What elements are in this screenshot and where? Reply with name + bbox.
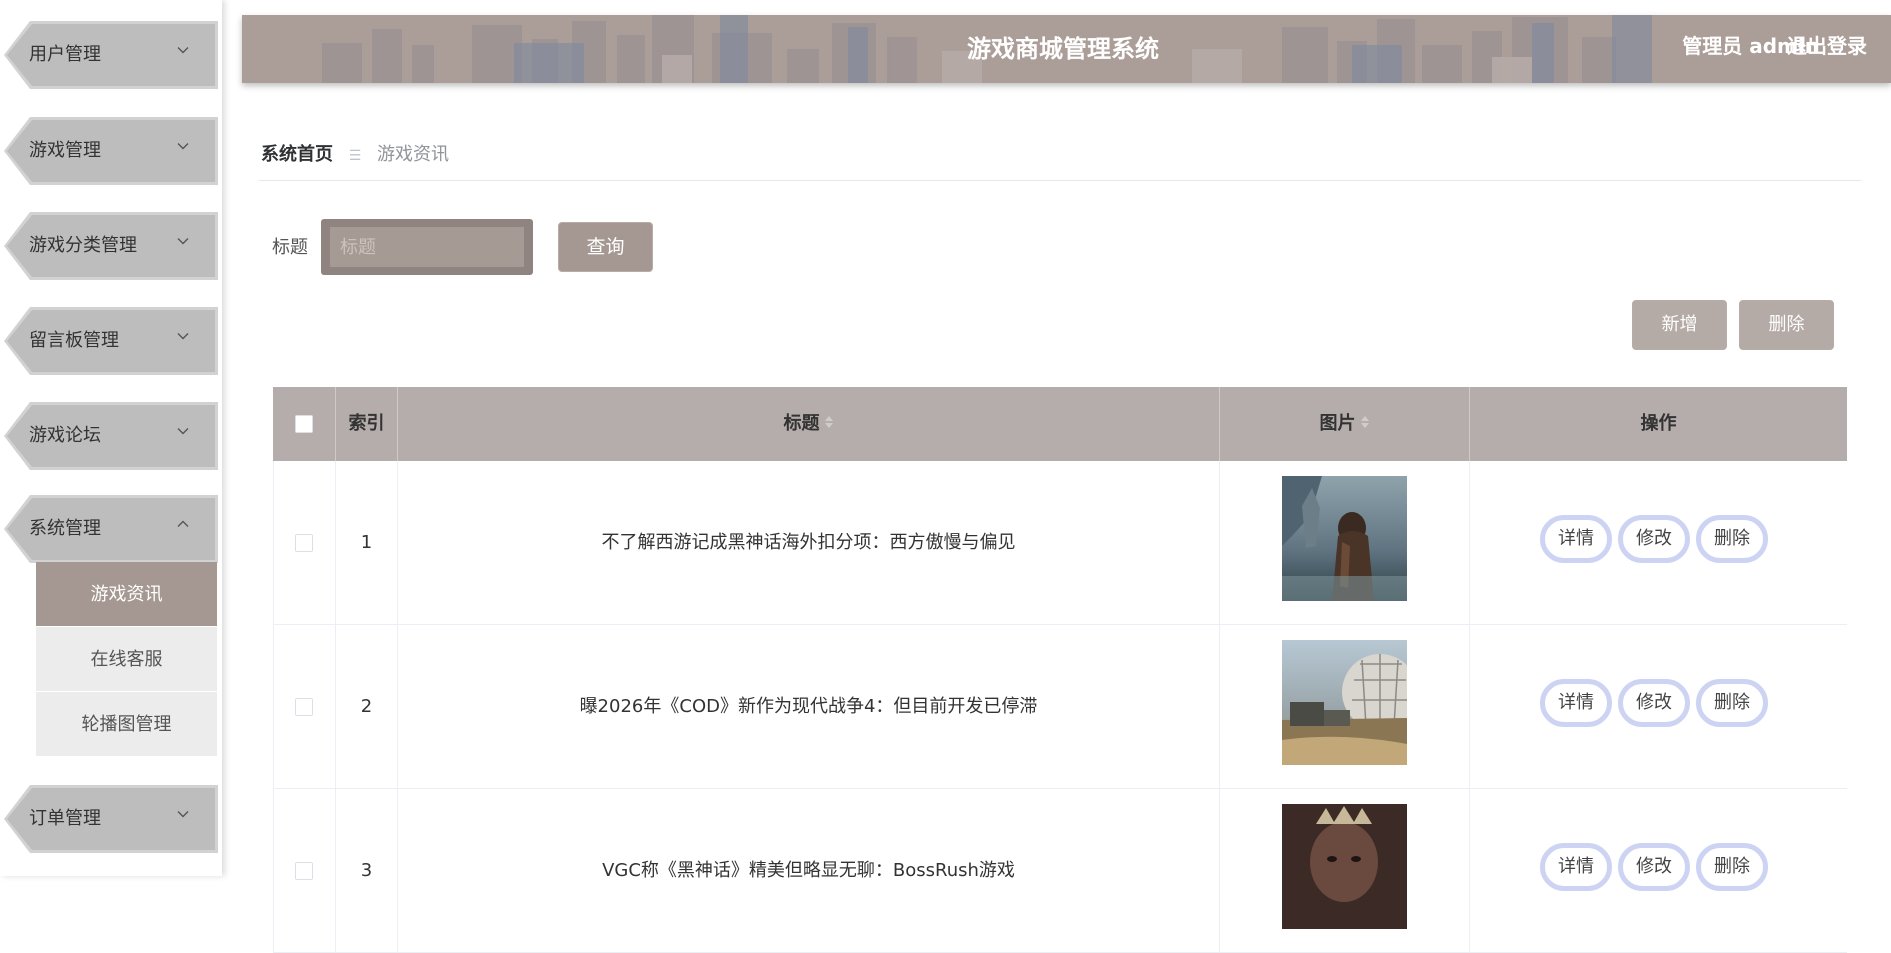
row-checkbox[interactable] [295, 698, 313, 716]
menu-user-management[interactable]: 用户管理 [4, 21, 218, 89]
row-operations: 详情 修改 删除 [1470, 789, 1847, 953]
divider [259, 180, 1861, 181]
select-all-cell [273, 387, 336, 461]
menu-system-management[interactable]: 系统管理 [4, 495, 218, 563]
menu-label: 系统管理 [29, 518, 101, 539]
chevron-down-icon [176, 807, 194, 825]
row-checkbox[interactable] [295, 534, 313, 552]
menu-label: 用户管理 [29, 44, 101, 65]
table-row: 1 不了解西游记成黑神话海外扣分项：西方傲慢与偏见 详情 修改 删除 [273, 461, 1847, 625]
batch-delete-button[interactable]: 删除 [1739, 300, 1834, 350]
chevron-down-icon [176, 424, 194, 442]
breadcrumb-current: 游戏资讯 [377, 144, 450, 165]
select-all-checkbox[interactable] [295, 415, 313, 433]
row-index: 2 [336, 625, 398, 789]
top-header: 游戏商城管理系统 管理员 admin 退出登录 [242, 15, 1891, 83]
chevron-down-icon [176, 234, 194, 252]
menu-label: 留言板管理 [29, 330, 119, 351]
sort-icon[interactable] [824, 414, 834, 430]
chevron-up-icon [176, 517, 194, 535]
column-header-title-label: 标题 [783, 413, 820, 434]
breadcrumb-separator-icon: ☰ [348, 148, 362, 164]
title-search-label: 标题 [272, 237, 308, 258]
row-select-cell [273, 461, 336, 625]
column-header-title[interactable]: 标题 [398, 387, 1220, 461]
chevron-down-icon [176, 139, 194, 157]
system-submenu: 游戏资讯 在线客服 轮播图管理 [36, 562, 217, 757]
menu-label: 游戏分类管理 [29, 235, 137, 256]
chevron-down-icon [176, 329, 194, 347]
row-title: VGC称《黑神话》精美但略显无聊：BossRush游戏 [398, 789, 1220, 953]
row-select-cell [273, 625, 336, 789]
menu-game-category-management[interactable]: 游戏分类管理 [4, 212, 218, 280]
table-row: 2 曝2026年《COD》新作为现代战争4：但目前开发已停滞 详情 修改 删除 [273, 625, 1847, 789]
game-news-thumbnail [1282, 804, 1407, 929]
breadcrumb-home[interactable]: 系统首页 [261, 144, 333, 165]
app-title: 游戏商城管理系统 [967, 35, 1159, 63]
submenu-online-support[interactable]: 在线客服 [36, 627, 217, 692]
submenu-carousel-management[interactable]: 轮播图管理 [36, 692, 217, 757]
sort-icon[interactable] [1360, 414, 1370, 430]
detail-button[interactable]: 详情 [1540, 515, 1612, 563]
menu-game-management[interactable]: 游戏管理 [4, 117, 218, 185]
menu-game-forum[interactable]: 游戏论坛 [4, 402, 218, 470]
sidebar: 用户管理 游戏管理 游戏分类管理 留言板管理 游戏论坛 系统管理 游戏资讯 在线… [0, 0, 222, 876]
menu-label: 游戏论坛 [29, 425, 101, 446]
submenu-game-news[interactable]: 游戏资讯 [36, 562, 217, 627]
breadcrumb: 系统首页 ☰ 游戏资讯 [261, 140, 449, 166]
game-news-thumbnail [1282, 640, 1407, 765]
column-header-operations: 操作 [1640, 413, 1677, 434]
table-row: 3 VGC称《黑神话》精美但略显无聊：BossRush游戏 详情 修改 删除 [273, 789, 1847, 953]
detail-button[interactable]: 详情 [1540, 679, 1612, 727]
column-header-image[interactable]: 图片 [1220, 387, 1470, 461]
column-header-image-label: 图片 [1319, 413, 1356, 434]
row-image-cell [1220, 625, 1470, 789]
row-operations: 详情 修改 删除 [1470, 625, 1847, 789]
row-index: 1 [336, 461, 398, 625]
menu-message-board-management[interactable]: 留言板管理 [4, 307, 218, 375]
search-box [321, 219, 533, 275]
logout-button[interactable]: 退出登录 [1787, 15, 1867, 83]
add-button[interactable]: 新增 [1632, 300, 1727, 350]
delete-button[interactable]: 删除 [1696, 679, 1768, 727]
menu-label: 订单管理 [29, 808, 101, 829]
row-image-cell [1220, 789, 1470, 953]
row-title: 不了解西游记成黑神话海外扣分项：西方傲慢与偏见 [398, 461, 1220, 625]
row-operations: 详情 修改 删除 [1470, 461, 1847, 625]
edit-button[interactable]: 修改 [1618, 679, 1690, 727]
game-news-thumbnail [1282, 476, 1407, 601]
edit-button[interactable]: 修改 [1618, 843, 1690, 891]
row-index: 3 [336, 789, 398, 953]
delete-button[interactable]: 删除 [1696, 515, 1768, 563]
detail-button[interactable]: 详情 [1540, 843, 1612, 891]
column-header-index: 索引 [336, 387, 398, 461]
query-button[interactable]: 查询 [558, 222, 653, 272]
row-select-cell [273, 789, 336, 953]
menu-order-management[interactable]: 订单管理 [4, 785, 218, 853]
edit-button[interactable]: 修改 [1618, 515, 1690, 563]
row-title: 曝2026年《COD》新作为现代战争4：但目前开发已停滞 [398, 625, 1220, 789]
row-checkbox[interactable] [295, 862, 313, 880]
chevron-down-icon [176, 43, 194, 61]
table-header: 索引 标题 图片 操作 [273, 387, 1847, 461]
row-image-cell [1220, 461, 1470, 625]
title-search-input[interactable] [330, 227, 524, 267]
delete-button[interactable]: 删除 [1696, 843, 1768, 891]
menu-label: 游戏管理 [29, 140, 101, 161]
